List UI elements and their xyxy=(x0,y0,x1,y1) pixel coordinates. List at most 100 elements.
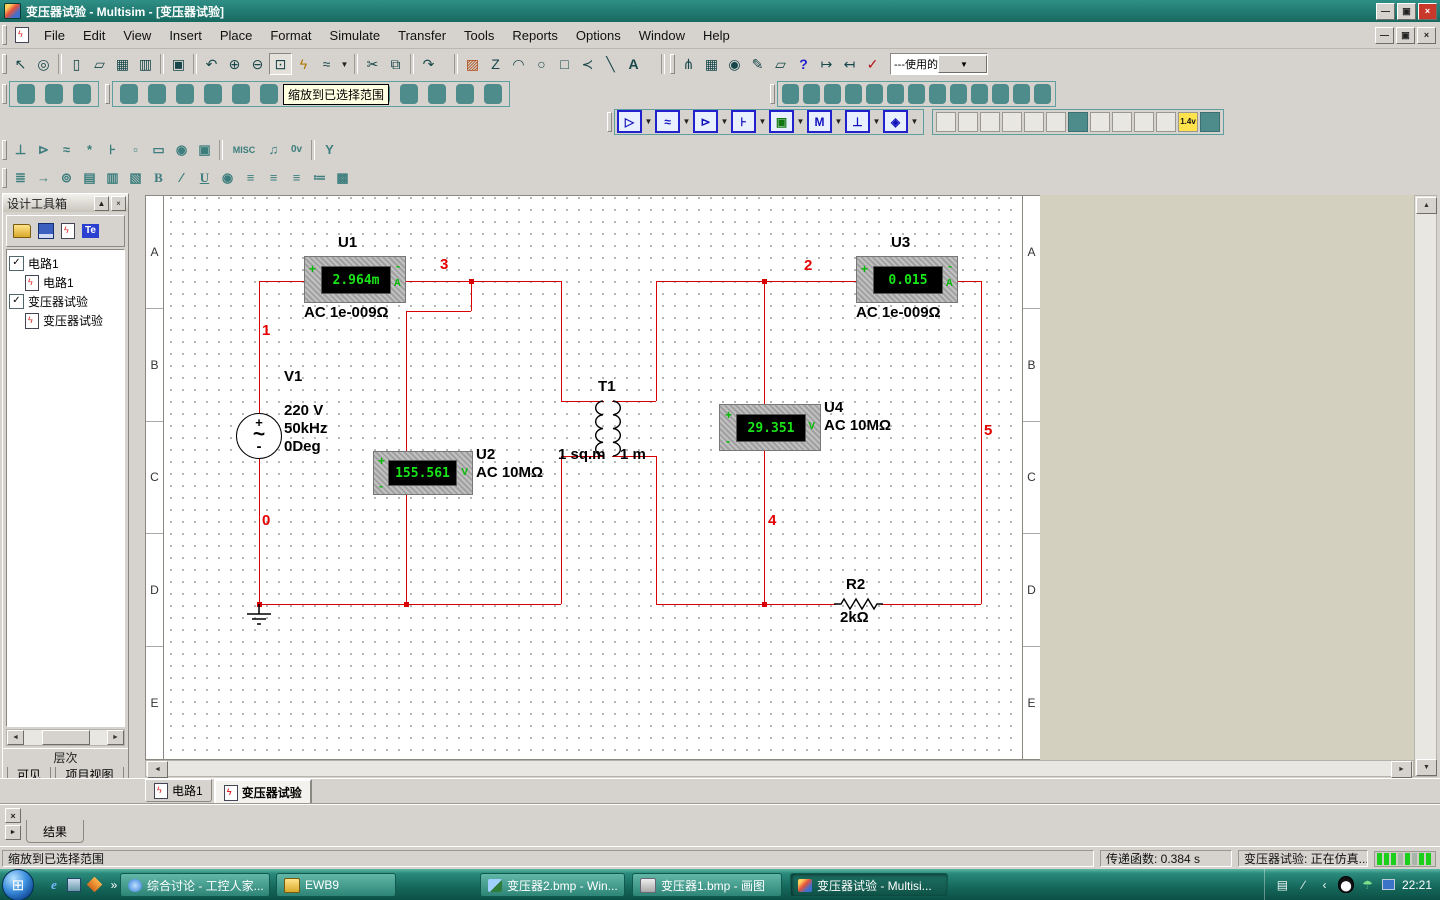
paste-button[interactable]: ▣ xyxy=(167,53,190,75)
checkbox-checked-icon[interactable]: ✓ xyxy=(9,256,24,271)
diode-icon[interactable]: ⊳ xyxy=(32,139,55,161)
scroll-thumb[interactable] xyxy=(42,730,90,745)
instrument-icon[interactable] xyxy=(1112,112,1132,132)
wire-segment[interactable] xyxy=(406,493,407,604)
wire-segment[interactable] xyxy=(656,281,657,401)
open-sample-button[interactable]: ▱ xyxy=(769,53,792,75)
diode-family-button[interactable]: ⊳ xyxy=(693,110,718,133)
network-tray-icon[interactable] xyxy=(1381,877,1396,892)
u4-setting[interactable]: AC 10MΩ xyxy=(824,417,891,434)
toolbar-grip[interactable] xyxy=(2,168,7,188)
wire-segment[interactable] xyxy=(259,281,260,413)
net-label-0[interactable]: 0 xyxy=(262,512,270,529)
align-left-button[interactable]: ≡ xyxy=(239,167,262,189)
spreadsheet-button[interactable]: ▦ xyxy=(700,53,723,75)
in-use-list-combo[interactable]: ---使用的元件--- ▼ xyxy=(890,53,988,75)
box-icon[interactable]: ▣ xyxy=(193,139,216,161)
image2-icon[interactable]: ▥ xyxy=(101,167,124,189)
menu-insert[interactable]: Insert xyxy=(160,25,211,46)
zoom-selection-button[interactable]: ⊡ xyxy=(269,53,292,75)
taskbar-task-forum[interactable]: 综合讨论 - 工控人家... xyxy=(120,873,270,897)
instrument-icon[interactable] xyxy=(1200,112,1220,132)
save-button[interactable]: ▥ xyxy=(134,53,157,75)
dropdown-icon[interactable]: ▼ xyxy=(680,109,693,134)
resistor-icon[interactable]: ≈ xyxy=(55,139,78,161)
grapher-button[interactable]: ≈ xyxy=(315,53,338,75)
u4-reference[interactable]: U4 xyxy=(824,399,843,416)
component-toolbar-icon[interactable] xyxy=(866,84,883,104)
wire-segment[interactable] xyxy=(406,311,471,312)
component-toolbar-icon[interactable] xyxy=(456,84,474,104)
bold-button[interactable]: B xyxy=(147,167,170,189)
pen-tray-icon[interactable]: ∕ xyxy=(1296,877,1311,892)
pointer-tool-button[interactable]: ↖ xyxy=(9,53,32,75)
shape-z-button[interactable]: Z xyxy=(484,53,507,75)
net-label-3[interactable]: 3 xyxy=(440,256,448,273)
menubar-grip[interactable] xyxy=(2,25,7,45)
toolbar-grip[interactable] xyxy=(105,84,110,104)
underline-button[interactable]: U xyxy=(193,167,216,189)
edit-symbol-button[interactable]: ✎ xyxy=(746,53,769,75)
menu-window[interactable]: Window xyxy=(630,25,694,46)
results-expand-icon[interactable]: ► xyxy=(5,825,21,840)
u3-ammeter[interactable]: + - A 0.015 xyxy=(856,256,958,303)
erc-check-button[interactable]: ✓ xyxy=(861,53,884,75)
panel-close-icon[interactable]: × xyxy=(111,196,126,211)
component-toolbar-icon[interactable] xyxy=(73,84,91,104)
component-toolbar-icon[interactable] xyxy=(950,84,967,104)
cut-button[interactable]: ✂ xyxy=(361,53,384,75)
wire-segment[interactable] xyxy=(561,456,562,604)
component-toolbar-icon[interactable] xyxy=(428,84,446,104)
wire-segment[interactable] xyxy=(259,604,561,605)
panel-pin-icon[interactable]: ▲ xyxy=(94,196,109,211)
ground-family-icon[interactable]: ⊥ xyxy=(9,139,32,161)
u3-reference[interactable]: U3 xyxy=(891,234,910,251)
scroll-right-icon[interactable]: ► xyxy=(107,730,124,745)
ttl-icon[interactable]: ▫ xyxy=(124,139,147,161)
component-toolbar-icon[interactable] xyxy=(824,84,841,104)
instrument-icon[interactable] xyxy=(958,112,978,132)
v1-voltage[interactable]: 220 V xyxy=(284,402,323,419)
line-button[interactable]: ╲ xyxy=(599,53,622,75)
music-note-icon[interactable]: ♫ xyxy=(262,139,285,161)
diode2-icon[interactable]: ⊦ xyxy=(101,139,124,161)
canvas-hscrollbar[interactable]: ◄ ► xyxy=(145,760,1414,777)
scroll-up-icon[interactable]: ▲ xyxy=(1416,197,1437,214)
arc-button[interactable]: ◠ xyxy=(507,53,530,75)
collapse-tray-icon[interactable]: ‹ xyxy=(1317,877,1332,892)
balls-icon[interactable]: ⊚ xyxy=(55,167,78,189)
wire-segment[interactable] xyxy=(259,459,260,604)
quicklaunch-icon[interactable] xyxy=(85,876,103,894)
quicklaunch-icon[interactable] xyxy=(65,876,83,894)
component-toolbar-icon[interactable] xyxy=(782,84,799,104)
wire-segment[interactable] xyxy=(401,281,561,282)
instrument-icon[interactable] xyxy=(1002,112,1022,132)
component-toolbar-icon[interactable] xyxy=(803,84,820,104)
transistor-family-button[interactable]: ⊦ xyxy=(731,110,756,133)
image1-icon[interactable]: ▤ xyxy=(78,167,101,189)
tree-item-circuit1[interactable]: ✓ 电路1 xyxy=(9,254,122,273)
net-label-1[interactable]: 1 xyxy=(262,322,270,339)
toolbar-grip[interactable] xyxy=(2,54,7,74)
wire-segment[interactable] xyxy=(561,281,562,401)
open-file-button[interactable]: ▱ xyxy=(88,53,111,75)
star-icon[interactable]: * xyxy=(78,139,101,161)
menu-view[interactable]: View xyxy=(114,25,160,46)
dropdown-icon[interactable]: ▼ xyxy=(794,109,807,134)
u1-ammeter[interactable]: + - A 2.964m xyxy=(304,256,406,303)
menu-transfer[interactable]: Transfer xyxy=(389,25,455,46)
component-toolbar-icon[interactable] xyxy=(971,84,988,104)
menu-file[interactable]: File xyxy=(35,25,74,46)
v1-ac-source[interactable]: + ~ - xyxy=(236,413,282,459)
align-center-button[interactable]: ≡ xyxy=(262,167,285,189)
wire-segment[interactable] xyxy=(471,281,472,311)
misc-digital-family-button[interactable]: M xyxy=(807,110,832,133)
battery-voltage-icon[interactable]: 1.4v xyxy=(1178,112,1198,132)
scroll-right-icon[interactable]: ► xyxy=(1391,761,1412,778)
instrument-icon[interactable] xyxy=(936,112,956,132)
open-folder-icon[interactable] xyxy=(13,224,31,238)
menu-tools[interactable]: Tools xyxy=(455,25,503,46)
component-toolbar-icon[interactable] xyxy=(1013,84,1030,104)
instrument-icon[interactable] xyxy=(1090,112,1110,132)
polyline-button[interactable]: ≺ xyxy=(576,53,599,75)
